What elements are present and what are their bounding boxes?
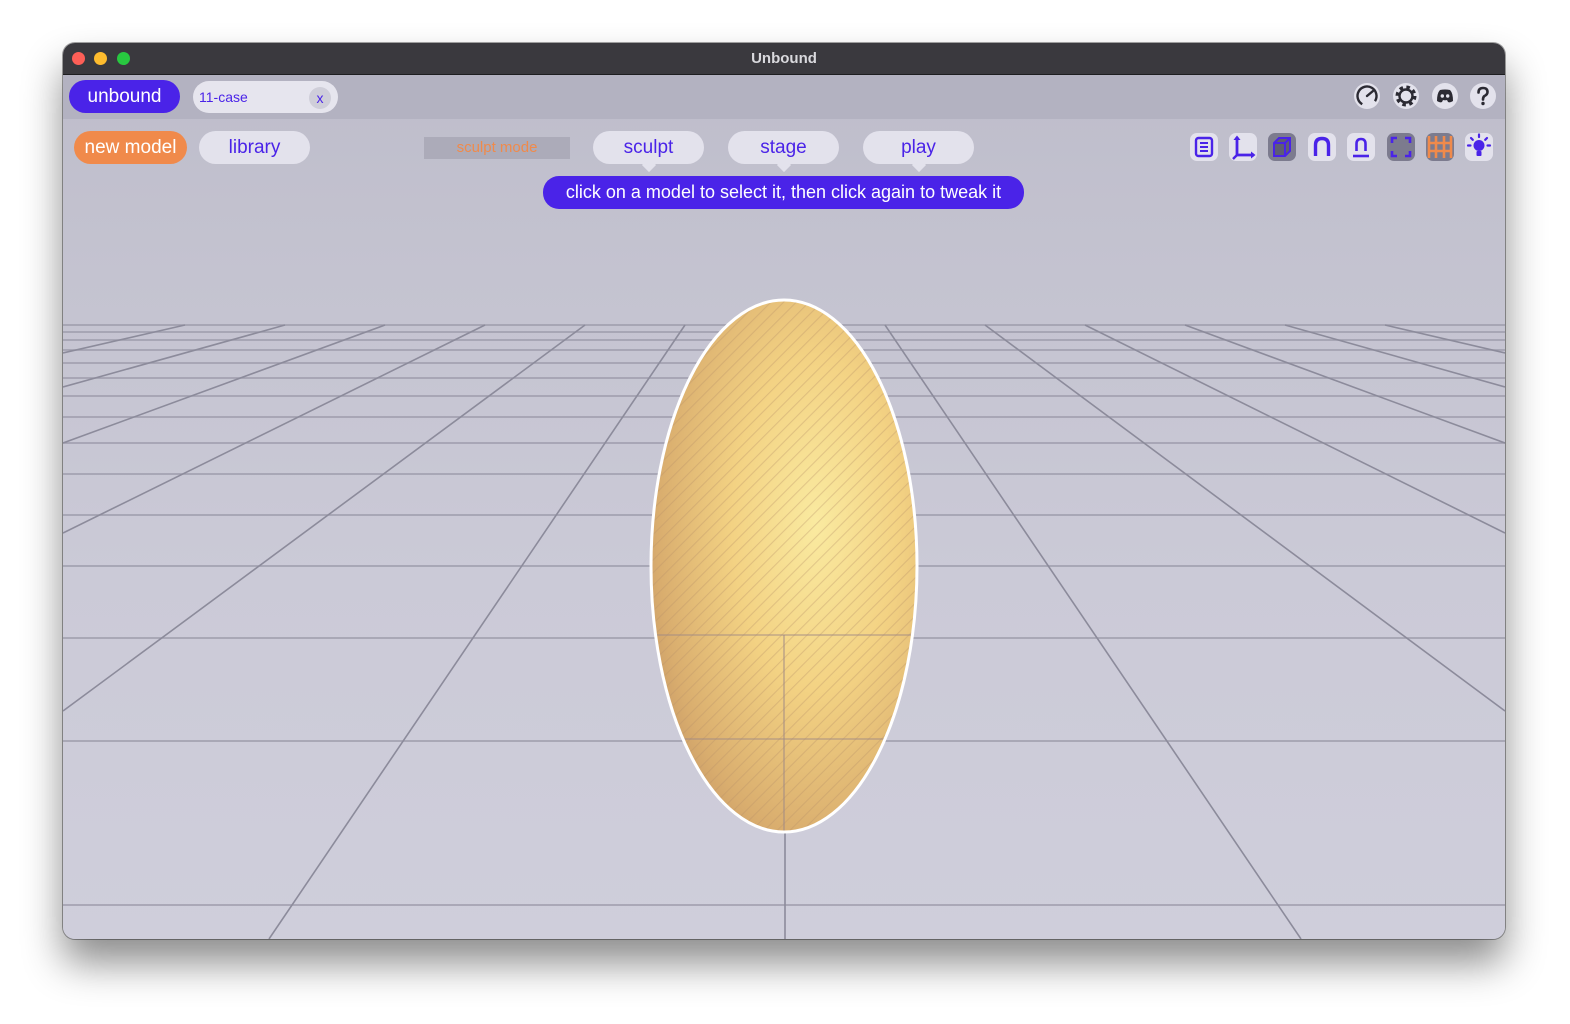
help-icon[interactable] [1468, 81, 1498, 111]
discord-icon[interactable] [1430, 81, 1460, 111]
magnet-snap-icon[interactable] [1307, 132, 1337, 162]
performance-gauge-icon[interactable] [1352, 81, 1382, 111]
current-mode-label: sculpt mode [424, 137, 570, 159]
project-tab-label: 11-case [199, 89, 248, 105]
egg-model[interactable] [648, 297, 923, 837]
play-mode-button[interactable]: play [863, 131, 974, 173]
hint-tooltip: click on a model to select it, then clic… [543, 176, 1024, 209]
sculpt-mode-button[interactable]: sculpt [593, 131, 704, 173]
stage-mode-button[interactable]: stage [728, 131, 839, 173]
stage-mode-label: stage [760, 137, 807, 158]
list-panel-icon[interactable] [1189, 132, 1219, 162]
unbound-home-button[interactable]: unbound [69, 80, 180, 113]
settings-gear-icon[interactable] [1391, 81, 1421, 111]
pin-snap-icon[interactable] [1346, 132, 1376, 162]
new-model-button[interactable]: new model [74, 131, 187, 164]
app-window: Unbound unbound 11-case x new model libr… [63, 43, 1505, 939]
frame-focus-icon[interactable] [1386, 132, 1416, 162]
library-button[interactable]: library [199, 131, 310, 164]
axes-gizmo-icon[interactable] [1228, 132, 1258, 162]
window-title: Unbound [751, 50, 817, 67]
play-mode-label: play [901, 137, 936, 158]
project-tab[interactable]: 11-case x [193, 81, 338, 113]
grid-toggle-icon[interactable] [1425, 132, 1455, 162]
close-tab-button[interactable]: x [309, 87, 331, 109]
top-bar: unbound 11-case x [63, 75, 1505, 119]
sculpt-mode-label: sculpt [623, 137, 674, 158]
light-bulb-icon[interactable] [1464, 132, 1494, 162]
solid-cube-icon[interactable] [1267, 132, 1297, 162]
title-bar: Unbound [63, 43, 1505, 75]
